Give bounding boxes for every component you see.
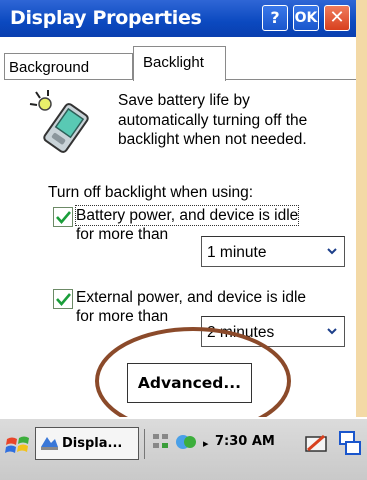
description-line: automatically turning off the xyxy=(118,111,308,129)
sync-icon[interactable] xyxy=(174,432,200,452)
external-checkbox[interactable] xyxy=(53,289,73,309)
checkmark-icon xyxy=(56,211,71,224)
checkmark-icon xyxy=(56,293,71,306)
battery-option-label[interactable]: Battery power, and device is idle xyxy=(74,205,300,226)
backlight-icon xyxy=(29,90,89,153)
keyboard-icon[interactable] xyxy=(303,430,329,456)
tab-divider xyxy=(4,79,134,80)
help-button[interactable]: ? xyxy=(262,5,288,31)
tab-background[interactable]: Background xyxy=(4,53,133,80)
taskbar-separator xyxy=(144,429,145,459)
backlight-description: Save battery life by automatically turni… xyxy=(118,91,354,150)
description-line: Save battery life by xyxy=(118,92,250,109)
network-icon[interactable] xyxy=(150,431,172,453)
taskbar: Displa... ▸ 7:30 AM xyxy=(0,417,367,480)
close-button[interactable]: ✕ xyxy=(324,5,350,31)
tab-backlight[interactable]: Backlight xyxy=(133,46,226,81)
task-label: Displa... xyxy=(62,436,123,451)
battery-option-label-2: for more than xyxy=(76,226,169,243)
device-screen: Display Properties ? OK ✕ Background Bac… xyxy=(0,0,367,480)
frame-edge xyxy=(356,0,367,480)
display-app-icon xyxy=(41,437,58,450)
battery-idle-select[interactable]: 1 minute xyxy=(201,236,345,267)
task-display-properties[interactable]: Displa... xyxy=(35,427,139,460)
battery-checkbox[interactable] xyxy=(53,207,73,227)
chevron-down-icon xyxy=(327,248,337,255)
external-option-label-2: for more than xyxy=(76,308,169,325)
tab-divider xyxy=(225,79,356,80)
clock[interactable]: 7:30 AM xyxy=(215,434,275,449)
external-idle-value: 2 minutes xyxy=(207,324,275,341)
external-option-label[interactable]: External power, and device is idle xyxy=(76,288,306,307)
battery-idle-value: 1 minute xyxy=(207,244,267,261)
window-title: Display Properties xyxy=(10,7,202,29)
advanced-button[interactable]: Advanced... xyxy=(127,363,252,403)
chevron-down-icon xyxy=(327,328,337,335)
ok-button[interactable]: OK xyxy=(293,5,319,31)
backlight-group-label: Turn off backlight when using: xyxy=(48,184,254,201)
title-bar: Display Properties ? OK ✕ xyxy=(0,0,356,37)
taskbar-border xyxy=(0,417,367,419)
external-idle-select[interactable]: 2 minutes xyxy=(201,316,345,347)
start-icon[interactable] xyxy=(4,431,32,459)
window-switch-icon[interactable] xyxy=(338,430,362,456)
description-line: backlight when not needed. xyxy=(118,131,307,148)
tray-arrow-icon: ▸ xyxy=(203,437,209,450)
